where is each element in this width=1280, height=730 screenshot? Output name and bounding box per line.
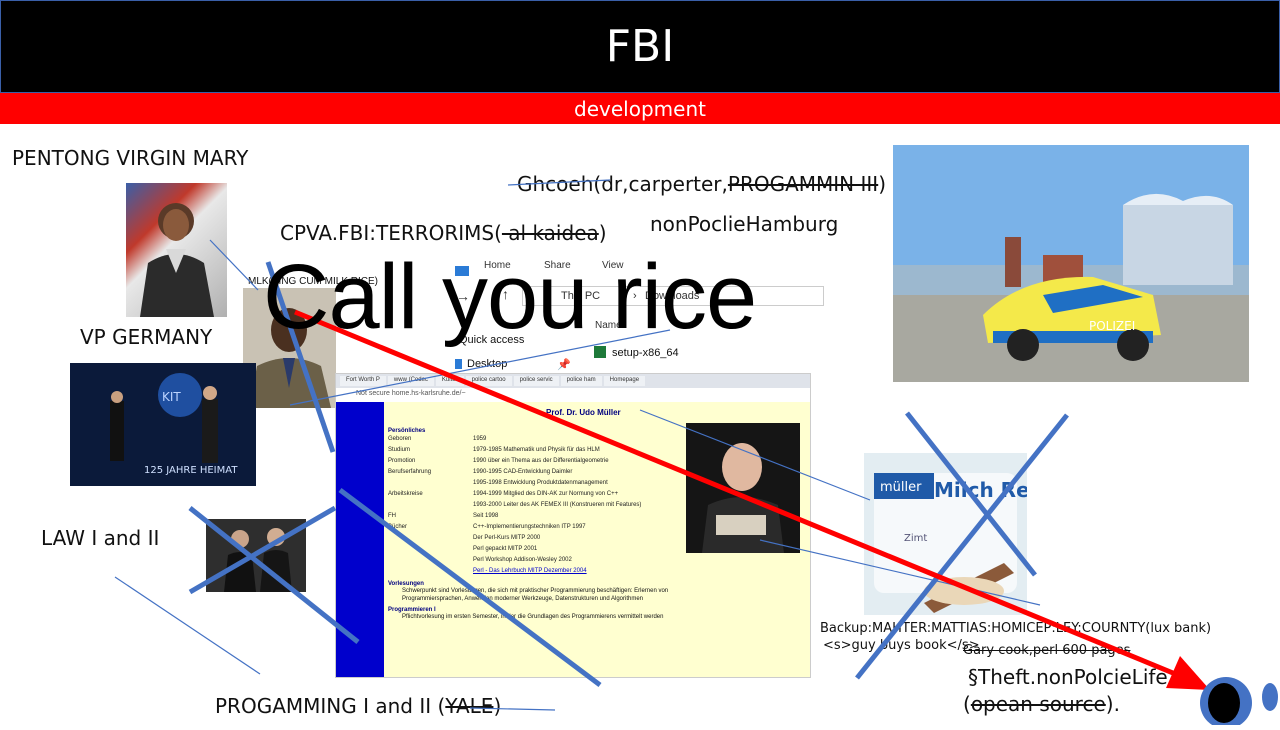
annotation-overlay <box>114 179 1210 711</box>
red-arrow-line <box>294 309 1191 683</box>
call-you-rice-text: Call you rice <box>263 246 757 348</box>
blue-circle-icon <box>1200 675 1278 729</box>
